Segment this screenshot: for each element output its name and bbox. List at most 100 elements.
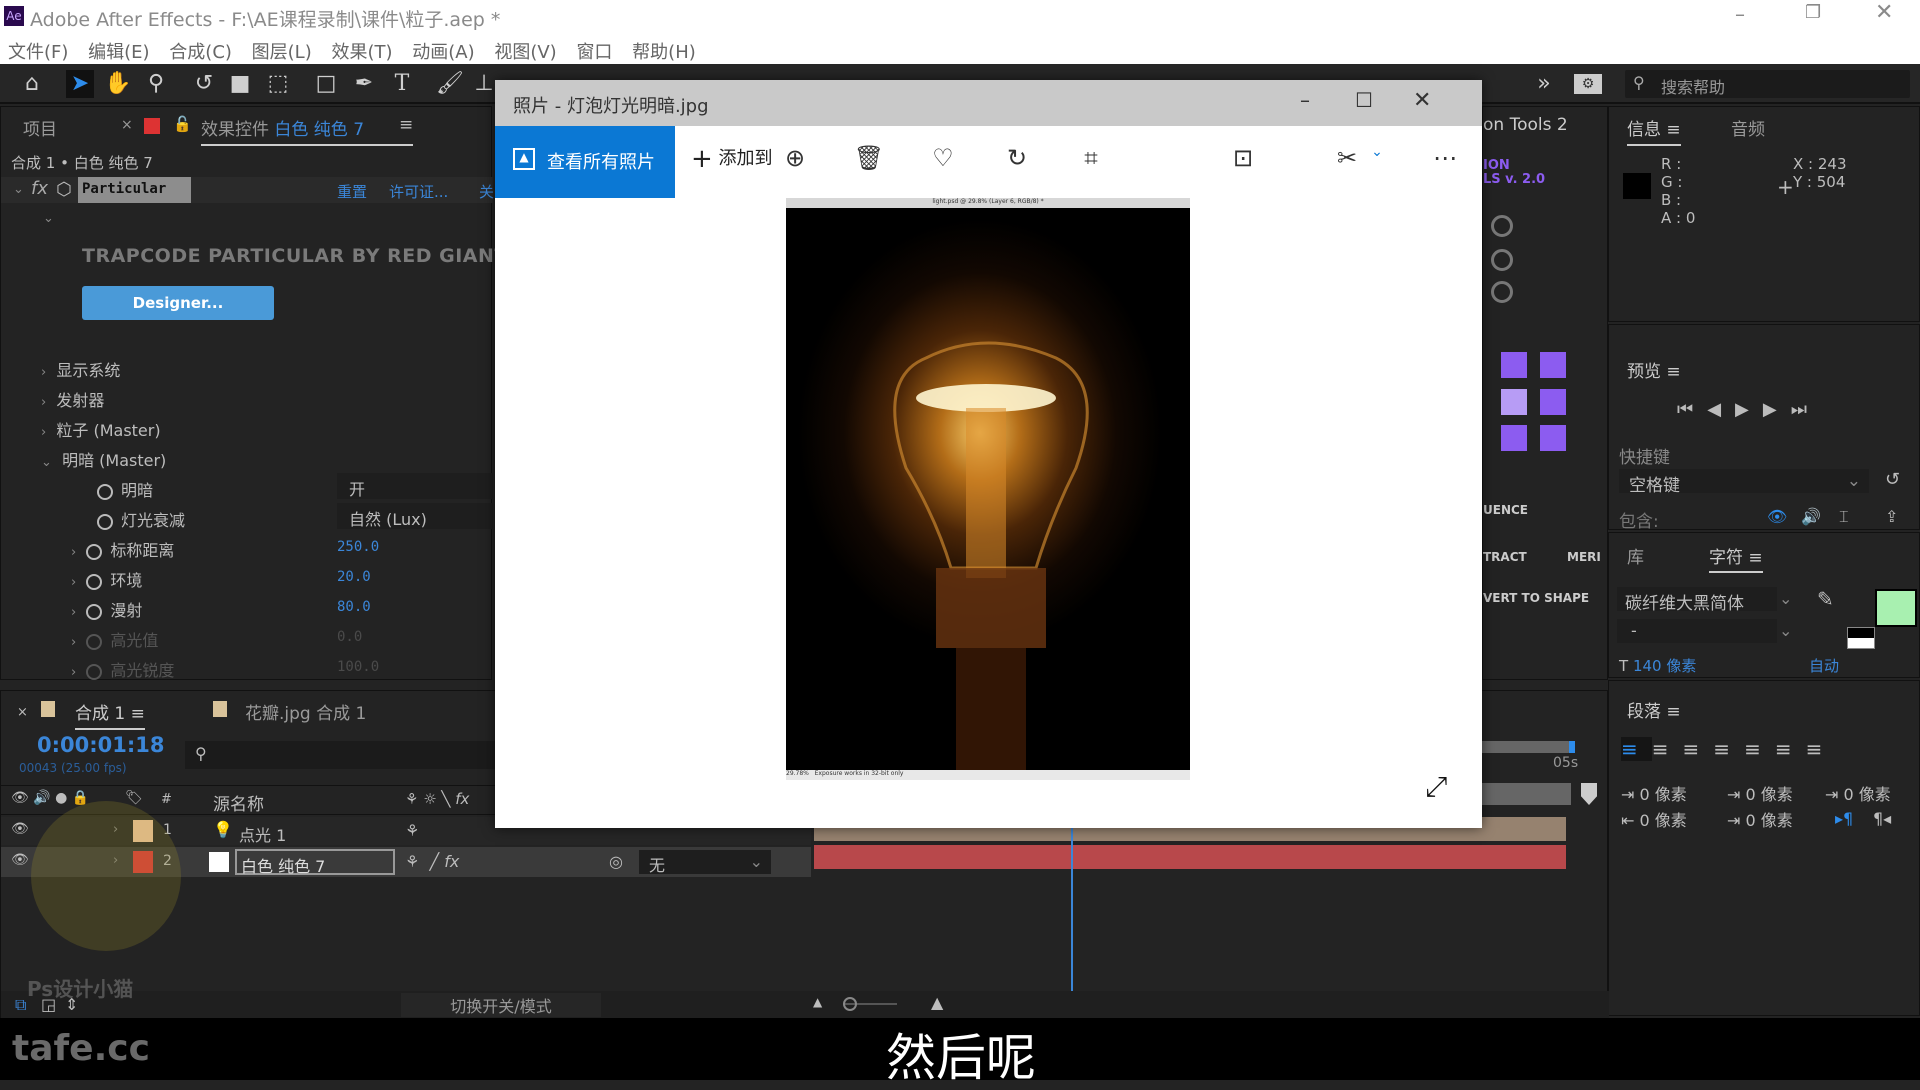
- view-all-photos-button[interactable]: ▲ 查看所有照片: [495, 126, 675, 198]
- group-particle[interactable]: › 粒子 (Master): [41, 417, 161, 441]
- video-toggle-icon[interactable]: 👁: [1767, 507, 1787, 526]
- justify-right-icon[interactable]: ≡: [1775, 737, 1806, 761]
- minimize-icon[interactable]: –: [1735, 2, 1745, 26]
- comp-marker-icon[interactable]: [1581, 783, 1597, 805]
- layer-2-duration-bar[interactable]: [814, 845, 1566, 869]
- shading-dropdown[interactable]: 开: [337, 473, 493, 499]
- rotate-icon[interactable]: ↻: [999, 144, 1035, 172]
- rectangle-tool-icon[interactable]: □: [312, 70, 340, 98]
- stopwatch-icon[interactable]: [86, 573, 103, 590]
- tab-audio[interactable]: 音频: [1731, 115, 1765, 140]
- tab-motion-tools[interactable]: on Tools 2: [1483, 115, 1568, 135]
- stopwatch-icon[interactable]: [86, 543, 103, 560]
- fx-toggle-icon[interactable]: fx: [31, 178, 48, 199]
- zoom-slider-handle[interactable]: [843, 997, 857, 1011]
- layer-name[interactable]: 点光 1: [239, 822, 286, 846]
- anchor-grid-button[interactable]: [1540, 425, 1566, 451]
- align-center-icon[interactable]: ≡: [1652, 737, 1683, 761]
- collapse-chevron-icon[interactable]: ⌄: [13, 182, 24, 197]
- space-before-field[interactable]: ⇥ 0 像素: [1727, 781, 1793, 805]
- stopwatch-icon[interactable]: [86, 603, 103, 620]
- comp-flowchart-icon[interactable]: ⧉: [15, 995, 26, 1015]
- group-display-system[interactable]: › 显示系统: [41, 357, 120, 381]
- chevron-down-icon[interactable]: ⌄: [1779, 621, 1792, 640]
- menu-help[interactable]: 帮助(H): [632, 42, 696, 63]
- font-style-dropdown[interactable]: -: [1617, 619, 1777, 643]
- tab-project[interactable]: 项目: [23, 115, 57, 140]
- menu-layer[interactable]: 图层(L): [252, 42, 312, 63]
- chevron-down-icon[interactable]: ⌄: [1779, 589, 1792, 608]
- anchor-grid-button[interactable]: [1540, 352, 1566, 378]
- maximize-icon[interactable]: ☐: [1355, 88, 1373, 112]
- stopwatch-icon[interactable]: [97, 513, 113, 530]
- prev-frame-icon[interactable]: ◀: [1707, 399, 1735, 420]
- close-icon[interactable]: ✕: [1413, 88, 1431, 113]
- overlay-toggle-icon[interactable]: ⌶: [1839, 507, 1849, 527]
- parent-dropdown[interactable]: 无 ⌄: [639, 850, 771, 875]
- designer-button[interactable]: Designer...: [82, 286, 274, 320]
- camera-tool-icon[interactable]: ■: [226, 70, 254, 98]
- eyedropper-icon[interactable]: ✎: [1817, 587, 1834, 611]
- switch-icons[interactable]: ⚘ ╱ fx: [405, 852, 459, 871]
- close-tab-icon[interactable]: ×: [17, 705, 28, 720]
- export-icon[interactable]: ⇪: [1885, 507, 1898, 526]
- parent-pickwhip-icon[interactable]: ◎: [609, 852, 623, 871]
- nominal-distance-value[interactable]: 250.0: [337, 539, 379, 555]
- tab-comp-1[interactable]: 合成 1 ≡: [75, 699, 145, 730]
- leading-field[interactable]: 自动: [1809, 655, 1839, 676]
- delete-icon[interactable]: 🗑: [851, 144, 887, 172]
- last-frame-icon[interactable]: ⏭: [1791, 399, 1821, 420]
- font-family-dropdown[interactable]: 碳纤维大黑简体: [1617, 587, 1777, 614]
- search-help-input[interactable]: ⚲ 搜索帮助: [1625, 70, 1910, 98]
- sequence-button[interactable]: UENCE: [1483, 503, 1528, 517]
- shortcut-dropdown[interactable]: 空格键 ⌄: [1619, 469, 1869, 496]
- stopwatch-icon[interactable]: [97, 483, 113, 500]
- license-link[interactable]: 许可证...: [389, 181, 448, 202]
- light-falloff-dropdown[interactable]: 自然 (Lux): [337, 503, 493, 529]
- justify-all-icon[interactable]: ≡: [1806, 737, 1837, 761]
- tab-info[interactable]: 信息 ≡: [1627, 115, 1681, 146]
- restore-icon[interactable]: ❐: [1805, 2, 1821, 23]
- hand-tool-icon[interactable]: ✋: [104, 70, 132, 98]
- menu-effect[interactable]: 效果(T): [331, 42, 392, 63]
- toggle-switches-modes-button[interactable]: 切换开关/模式: [401, 993, 601, 1017]
- panel-menu-icon[interactable]: ≡: [399, 115, 413, 135]
- stamp-tool-icon[interactable]: ⊥: [470, 70, 498, 98]
- menu-view[interactable]: 视图(V): [494, 42, 556, 63]
- play-icon[interactable]: ▶: [1735, 399, 1763, 420]
- reset-link[interactable]: 重置: [337, 181, 367, 202]
- slider-knob[interactable]: [1491, 281, 1513, 303]
- capture-icon[interactable]: ⊡: [1225, 144, 1261, 172]
- fullscreen-expand-icon[interactable]: ⤢: [1425, 770, 1447, 804]
- col-source-name[interactable]: 源名称: [213, 790, 264, 815]
- menu-edit[interactable]: 编辑(E): [88, 42, 149, 63]
- tab-effect-controls[interactable]: 效果控件 白色 纯色 7: [201, 115, 413, 146]
- default-colors-icon[interactable]: [1847, 627, 1875, 649]
- ambient-value[interactable]: 20.0: [337, 569, 371, 585]
- group-shading[interactable]: ⌄ 明暗 (Master): [41, 447, 166, 471]
- anchor-grid-button[interactable]: [1501, 352, 1527, 378]
- tab-preview[interactable]: 预览 ≡: [1627, 357, 1681, 382]
- close-icon[interactable]: ✕: [1875, 0, 1893, 25]
- audio-toggle-icon[interactable]: 🔊: [1801, 507, 1821, 526]
- close-tab-icon[interactable]: ×: [121, 117, 133, 133]
- justify-left-icon[interactable]: ≡: [1713, 737, 1744, 761]
- anchor-grid-button[interactable]: [1501, 389, 1527, 415]
- current-timecode[interactable]: 0:00:01:18: [37, 733, 164, 757]
- chevron-down-icon[interactable]: ⌄: [1359, 144, 1395, 160]
- justify-center-icon[interactable]: ≡: [1744, 737, 1775, 761]
- expand-workspaces-icon[interactable]: »: [1530, 70, 1558, 98]
- menu-window[interactable]: 窗口: [576, 42, 612, 63]
- tab-character[interactable]: 字符 ≡: [1709, 543, 1763, 573]
- effect-name[interactable]: Particular: [78, 177, 191, 203]
- home-icon[interactable]: ⌂: [18, 70, 46, 98]
- workspace-settings-icon[interactable]: ⚙: [1574, 74, 1602, 94]
- rtl-direction-icon[interactable]: ¶◂: [1873, 809, 1891, 828]
- zoom-tool-icon[interactable]: ⚲: [142, 70, 170, 98]
- reset-icon[interactable]: ↺: [1885, 469, 1900, 490]
- shy-switch-icon[interactable]: ⚘: [405, 821, 419, 840]
- menu-composition[interactable]: 合成(C): [169, 42, 232, 63]
- indent-right-field[interactable]: ⇤ 0 像素: [1621, 807, 1687, 831]
- tab-library[interactable]: 库: [1627, 543, 1644, 568]
- diffuse-value[interactable]: 80.0: [337, 599, 371, 615]
